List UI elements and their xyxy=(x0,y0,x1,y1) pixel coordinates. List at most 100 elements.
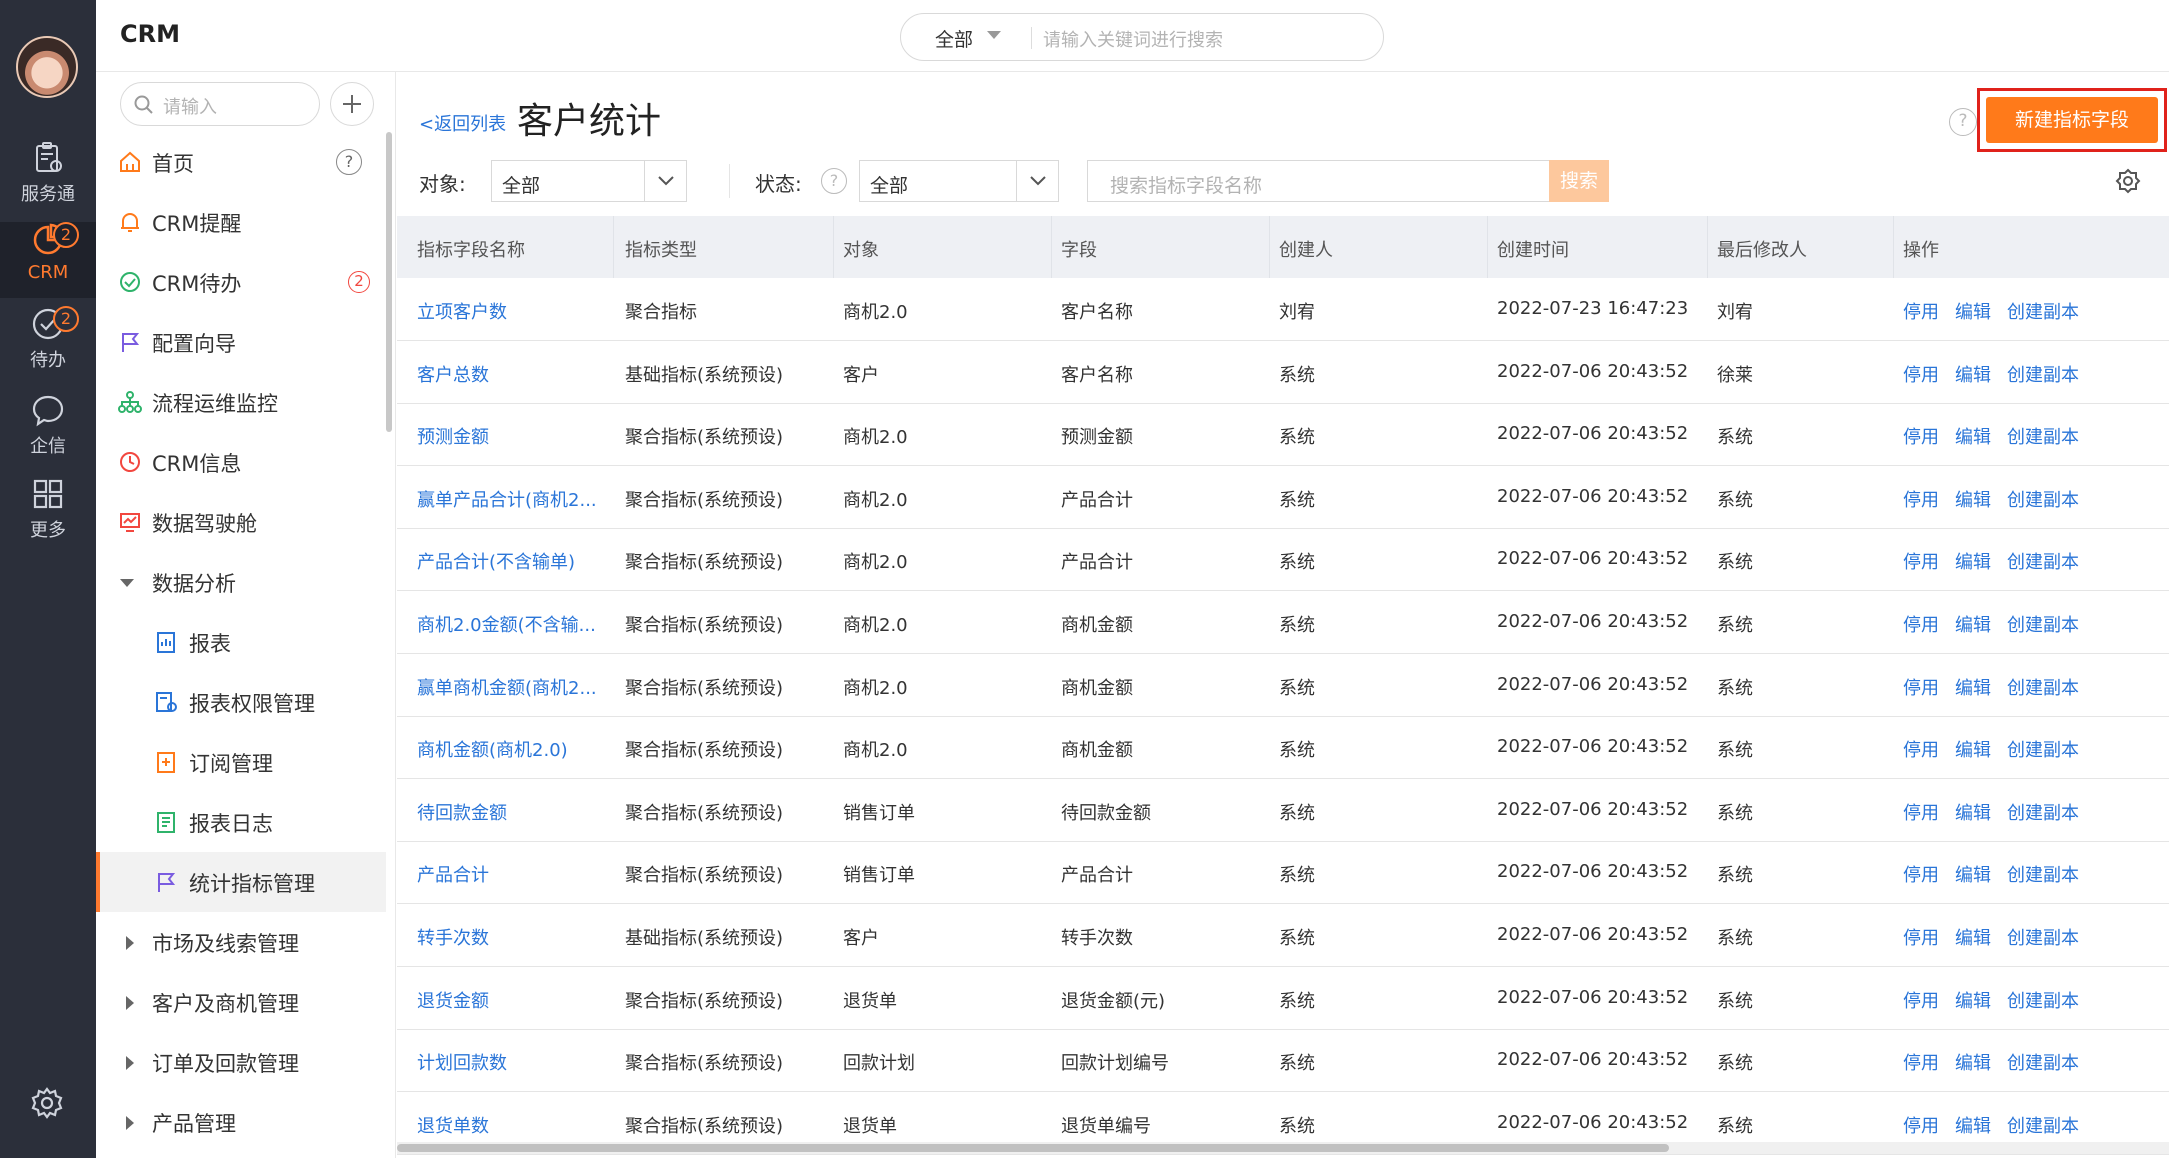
object-filter-toggle[interactable] xyxy=(644,161,686,201)
indicator-search-input[interactable]: 搜索指标字段名称 xyxy=(1087,160,1557,202)
indicator-name-link[interactable]: 待回款金额 xyxy=(417,779,617,841)
rail-item-todo[interactable]: 待办 2 xyxy=(0,306,96,382)
caret-down-icon[interactable] xyxy=(987,31,1001,39)
indicator-name-link[interactable]: 产品合计(不含输单) xyxy=(417,528,617,590)
edit-link[interactable]: 编辑 xyxy=(1955,678,1991,699)
disable-link[interactable]: 停用 xyxy=(1903,365,1939,386)
menu-item-home[interactable]: 首页 ? xyxy=(96,132,386,192)
edit-link[interactable]: 编辑 xyxy=(1955,302,1991,323)
rail-item-crm[interactable]: CRM 2 xyxy=(0,222,96,298)
menu-item-stat-indicator[interactable]: 统计指标管理 xyxy=(96,852,386,912)
menu-item-data-analysis[interactable]: 数据分析 xyxy=(96,552,386,612)
disable-link[interactable]: 停用 xyxy=(1903,928,1939,949)
duplicate-link[interactable]: 创建副本 xyxy=(2007,1053,2079,1074)
duplicate-link[interactable]: 创建副本 xyxy=(2007,865,2079,886)
menu-item-subscription[interactable]: 订阅管理 xyxy=(96,732,386,792)
edit-link[interactable]: 编辑 xyxy=(1955,365,1991,386)
disable-link[interactable]: 停用 xyxy=(1903,1116,1939,1137)
edit-link[interactable]: 编辑 xyxy=(1955,427,1991,448)
disable-link[interactable]: 停用 xyxy=(1903,991,1939,1012)
menu-scrollbar[interactable] xyxy=(386,132,392,432)
settings-icon[interactable] xyxy=(2115,168,2141,194)
edit-link[interactable]: 编辑 xyxy=(1955,1053,1991,1074)
status-filter-toggle[interactable] xyxy=(1016,161,1058,201)
menu-search-input[interactable]: 请输入 xyxy=(120,82,320,126)
duplicate-link[interactable]: 创建副本 xyxy=(2007,365,2079,386)
indicator-name-link[interactable]: 赢单产品合计(商机2... xyxy=(417,466,617,528)
new-indicator-field-button[interactable]: 新建指标字段 xyxy=(1986,97,2158,143)
edit-link[interactable]: 编辑 xyxy=(1955,803,1991,824)
status-filter-select[interactable]: 全部 xyxy=(859,160,1059,202)
gear-icon[interactable] xyxy=(30,1086,64,1120)
indicator-name-link[interactable]: 产品合计 xyxy=(417,841,617,903)
status-help-icon[interactable]: ? xyxy=(821,168,847,194)
duplicate-link[interactable]: 创建副本 xyxy=(2007,678,2079,699)
rail-item-service[interactable]: 服务通 xyxy=(0,140,96,216)
avatar[interactable] xyxy=(16,36,78,98)
help-icon[interactable]: ? xyxy=(1949,108,1977,136)
disable-link[interactable]: 停用 xyxy=(1903,427,1939,448)
indicator-name-link[interactable]: 商机金额(商机2.0) xyxy=(417,716,617,778)
edit-link[interactable]: 编辑 xyxy=(1955,991,1991,1012)
search-scope-select[interactable]: 全部 xyxy=(935,25,973,52)
column-divider[interactable] xyxy=(1707,216,1708,278)
indicator-name-link[interactable]: 商机2.0金额(不含输... xyxy=(417,591,617,653)
duplicate-link[interactable]: 创建副本 xyxy=(2007,740,2079,761)
menu-item-crm-reminder[interactable]: CRM提醒 xyxy=(96,192,386,252)
menu-item-report-log[interactable]: 报表日志 xyxy=(96,792,386,852)
disable-link[interactable]: 停用 xyxy=(1903,740,1939,761)
indicator-name-link[interactable]: 预测金额 xyxy=(417,403,617,465)
object-filter-select[interactable]: 全部 xyxy=(491,160,687,202)
back-to-list-link[interactable]: <返回列表 xyxy=(419,110,506,136)
rail-item-more[interactable]: 更多 xyxy=(0,476,96,552)
disable-link[interactable]: 停用 xyxy=(1903,615,1939,636)
indicator-name-link[interactable]: 计划回款数 xyxy=(417,1029,617,1091)
menu-item-report[interactable]: 报表 xyxy=(96,612,386,672)
menu-item-customer-opportunity[interactable]: 客户及商机管理 xyxy=(96,972,386,1032)
global-search[interactable]: 全部 请输入关键词进行搜索 xyxy=(900,13,1384,61)
horizontal-scrollbar[interactable] xyxy=(397,1142,2169,1154)
duplicate-link[interactable]: 创建副本 xyxy=(2007,991,2079,1012)
menu-item-config-guide[interactable]: 配置向导 xyxy=(96,312,386,372)
duplicate-link[interactable]: 创建副本 xyxy=(2007,1116,2079,1137)
disable-link[interactable]: 停用 xyxy=(1903,302,1939,323)
menu-item-report-permission[interactable]: 报表权限管理 xyxy=(96,672,386,732)
duplicate-link[interactable]: 创建副本 xyxy=(2007,615,2079,636)
disable-link[interactable]: 停用 xyxy=(1903,803,1939,824)
edit-link[interactable]: 编辑 xyxy=(1955,928,1991,949)
disable-link[interactable]: 停用 xyxy=(1903,1053,1939,1074)
menu-item-orders-payment[interactable]: 订单及回款管理 xyxy=(96,1032,386,1092)
duplicate-link[interactable]: 创建副本 xyxy=(2007,302,2079,323)
menu-item-crm-todo[interactable]: CRM待办 2 xyxy=(96,252,386,312)
menu-item-process-monitor[interactable]: 流程运维监控 xyxy=(96,372,386,432)
global-search-input[interactable]: 请输入关键词进行搜索 xyxy=(1043,26,1223,52)
scrollbar-thumb[interactable] xyxy=(397,1144,1669,1152)
duplicate-link[interactable]: 创建副本 xyxy=(2007,803,2079,824)
duplicate-link[interactable]: 创建副本 xyxy=(2007,552,2079,573)
disable-link[interactable]: 停用 xyxy=(1903,490,1939,511)
edit-link[interactable]: 编辑 xyxy=(1955,865,1991,886)
edit-link[interactable]: 编辑 xyxy=(1955,615,1991,636)
duplicate-link[interactable]: 创建副本 xyxy=(2007,928,2079,949)
disable-link[interactable]: 停用 xyxy=(1903,678,1939,699)
rail-item-chat[interactable]: 企信 xyxy=(0,392,96,468)
edit-link[interactable]: 编辑 xyxy=(1955,740,1991,761)
indicator-name-link[interactable]: 赢单商机金额(商机2... xyxy=(417,654,617,716)
menu-item-data-cockpit[interactable]: 数据驾驶舱 xyxy=(96,492,386,552)
edit-link[interactable]: 编辑 xyxy=(1955,1116,1991,1137)
duplicate-link[interactable]: 创建副本 xyxy=(2007,427,2079,448)
disable-link[interactable]: 停用 xyxy=(1903,552,1939,573)
menu-item-crm-info[interactable]: CRM信息 xyxy=(96,432,386,492)
indicator-name-link[interactable]: 客户总数 xyxy=(417,341,617,403)
help-icon[interactable]: ? xyxy=(336,149,362,175)
menu-item-product[interactable]: 产品管理 xyxy=(96,1092,386,1152)
indicator-name-link[interactable]: 转手次数 xyxy=(417,904,617,966)
duplicate-link[interactable]: 创建副本 xyxy=(2007,490,2079,511)
search-button[interactable]: 搜索 xyxy=(1549,160,1609,202)
menu-item-market-leads[interactable]: 市场及线索管理 xyxy=(96,912,386,972)
disable-link[interactable]: 停用 xyxy=(1903,865,1939,886)
add-button[interactable] xyxy=(330,82,374,126)
indicator-name-link[interactable]: 退货金额 xyxy=(417,967,617,1029)
indicator-name-link[interactable]: 立项客户数 xyxy=(417,278,617,340)
edit-link[interactable]: 编辑 xyxy=(1955,490,1991,511)
